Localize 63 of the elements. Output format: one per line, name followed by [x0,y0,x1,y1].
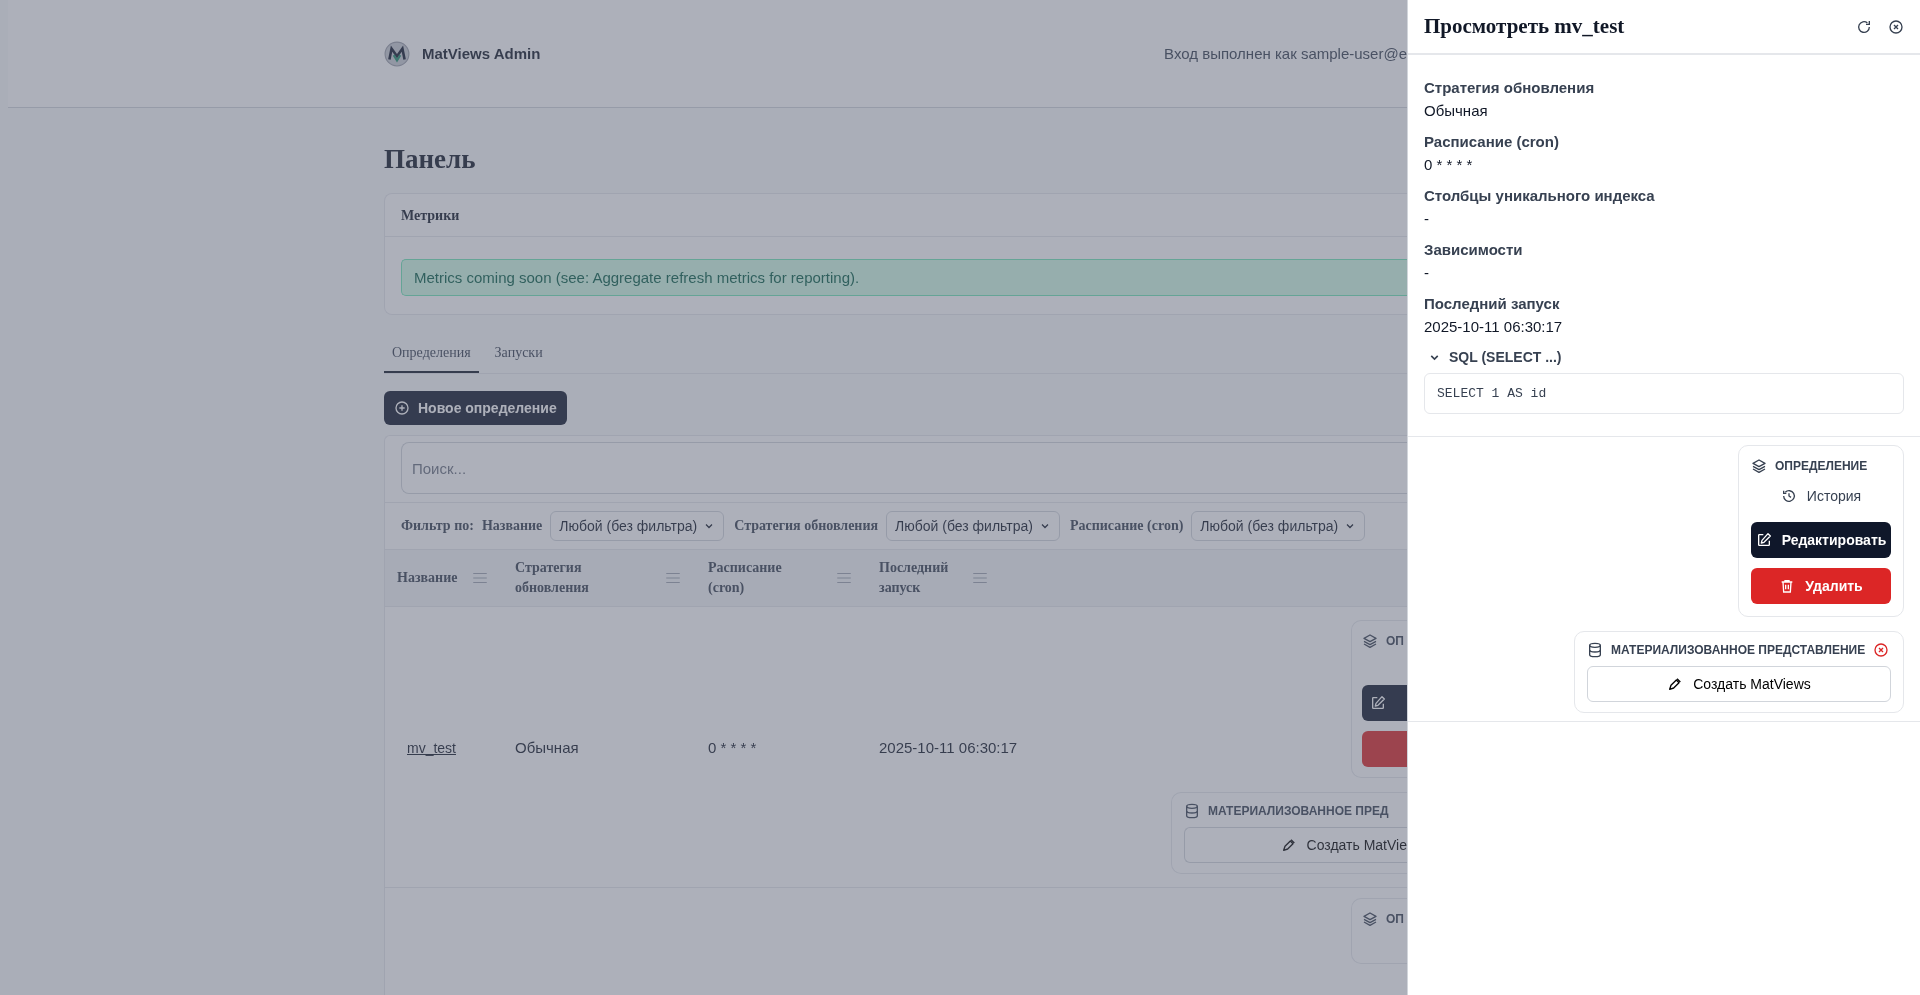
filter-name: Расписание (cron) [1069,518,1184,534]
tab[interactable]: Запуски [486,337,551,373]
filter-select[interactable]: Любой (без фильтра) [886,511,1060,541]
delete-button[interactable]: Удалить [1751,568,1891,604]
search-field[interactable]: Поиск... [401,442,1407,494]
app-name: MatViews Admin [422,45,541,62]
field-label: Зависимости [1424,241,1524,258]
table-cell: Обычная [515,738,579,756]
field-value: 0 * * * * [1424,156,1474,173]
field-value: 2025-10-11 06:30:17 [1424,318,1564,335]
plus-circle-icon [394,400,410,416]
history-icon [1780,488,1797,504]
create-button[interactable]: Создать MatViews [1587,666,1891,702]
card-title: МАТЕРИАЛИЗОВАННОЕ ПРЕДСТАВЛЕНИЕ [1611,643,1866,657]
filter-select[interactable]: Любой (без фильтра) [1191,511,1366,541]
card-title: ОПРЕДЕЛЕНИЕ [1775,459,1868,473]
new-definition-button[interactable]: Новое определение [384,391,567,425]
database-icon [1587,642,1603,658]
field-label: Стратегия обновления [1424,79,1596,96]
field-value: - [1424,264,1430,281]
sql-code: SELECT 1 AS id [1424,373,1904,414]
info-alert: Metrics coming soon (see: Aggregate refresh metrics for reporting). [401,259,1407,296]
history-button[interactable]: История [1751,484,1891,512]
field-label: Столбцы уникального индекса [1424,187,1656,204]
pen-icon [1280,837,1297,853]
edit-button[interactable] [1362,685,1407,721]
filter-select[interactable]: Любой (без фильтра) [550,511,725,541]
drawer-title: Просмотреть mv_test [1424,14,1625,39]
sql-toggle[interactable]: SQL (SELECT ...) [1424,349,1562,365]
definition-link[interactable]: mv_test [407,739,456,756]
card-title: МАТЕРИАЛИЗОВАННОЕ ПРЕД [1208,804,1389,818]
refresh-icon[interactable] [1856,18,1872,35]
card-title: Метрики [401,208,460,223]
table-cell: 2025-10-11 06:30:17 [879,738,1018,756]
tab[interactable]: Определения [384,337,479,373]
layers-icon [1751,458,1767,474]
edit-icon [1370,695,1386,711]
column-header: Расписание (cron) [708,559,783,597]
filter-label: Фильтр по: [401,518,474,534]
pen-icon [1667,676,1684,692]
logo-icon [384,40,410,67]
field-label: Расписание (cron) [1424,133,1560,150]
create-button[interactable]: Создать MatVie [1184,827,1407,863]
column-header: Последний запуск [879,559,950,597]
table-cell: 0 * * * * [708,738,757,756]
delete-button[interactable] [1362,731,1407,767]
database-icon [1184,803,1200,819]
field-label: Последний запуск [1424,295,1561,312]
edit-button[interactable]: Редактировать [1751,522,1891,558]
layers-icon [1362,911,1378,927]
close-icon[interactable] [1888,18,1904,35]
column-header: Стратегия обновления [515,559,590,597]
column-header: Название [397,569,458,587]
card-title: ОП [1386,634,1404,648]
layers-icon [1362,633,1378,649]
filter-name: Стратегия обновления [734,518,879,534]
card-title: ОП [1386,912,1404,926]
field-value: - [1424,210,1430,227]
page-title: Панель [384,144,477,175]
login-status: Вход выполнен как sample-user@e [1164,45,1407,62]
edit-icon [1755,532,1772,548]
filter-name: Название [481,518,543,534]
field-value: Обычная [1424,102,1489,119]
